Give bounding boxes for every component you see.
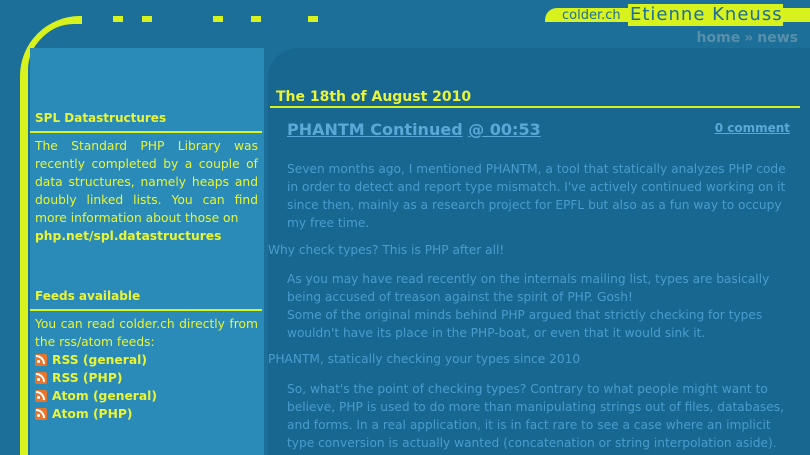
rss-icon [35,354,47,366]
sidebar-block-text: You can read colder.ch directly from the… [35,317,258,349]
nav-me[interactable]: me [123,12,143,24]
feed-link[interactable]: RSS (general) [52,353,147,367]
site-domain: colder.ch [562,8,621,23]
feed-list: RSS (general) RSS (PHP) Atom (general) A… [30,351,262,423]
breadcrumb-current: news [757,30,798,46]
spl-link[interactable]: php.net/spl.datastructures [35,229,221,243]
post-paragraph: So, what's the point of checking types? … [287,382,784,450]
feed-item-atom-general[interactable]: Atom (general) [35,387,262,405]
nav-repository[interactable]: repository [152,12,213,24]
post-paragraph: As you may have read recently on the int… [287,272,770,340]
sidebar: SPL Datastructures The Standard PHP Libr… [30,48,264,455]
date-heading: The 18th of August 2010 [276,89,472,105]
post-subheading: Why check types? This is PHP after all! [268,243,505,257]
post-paragraph: Seven months ago, I mentioned PHANTM, a … [287,162,786,230]
breadcrumb-home[interactable]: home [697,30,741,46]
sidebar-text-body: The Standard PHP Library was recently co… [35,139,258,225]
date-divider [270,106,800,108]
sidebar-block-title: SPL Datastructures [35,111,167,125]
feed-item-rss-php[interactable]: RSS (PHP) [35,369,262,387]
sidebar-block-title: Feeds available [35,289,141,303]
feed-link[interactable]: Atom (general) [52,389,157,403]
post-time-link[interactable]: @ 00:53 [468,120,541,139]
nav-patches[interactable]: patches [261,12,308,24]
frame-inner-left-bar [26,78,28,455]
sidebar-block-feeds: Feeds available You can read colder.ch d… [30,289,262,423]
feed-item-atom-php[interactable]: Atom (PHP) [35,405,262,423]
post-comments-link[interactable]: 0 comment [715,121,790,135]
post-title: PHANTM Continued @ 00:53 [287,120,541,139]
feed-link[interactable]: Atom (PHP) [52,407,133,421]
sidebar-block-text: The Standard PHP Library was recently co… [30,133,262,245]
feed-link[interactable]: RSS (PHP) [52,371,122,385]
rss-icon [35,372,47,384]
rss-icon [35,390,47,402]
top-nav: news me repository links patches my sett… [82,12,386,24]
feed-item-rss-general[interactable]: RSS (general) [35,351,262,369]
nav-news[interactable]: news [82,12,114,24]
nav-links[interactable]: links [222,12,252,24]
breadcrumb: home» news [697,30,798,46]
site-author: Etienne Kneuss [628,4,783,26]
rss-icon [35,408,47,420]
nav-my-settings[interactable]: my settings [317,12,386,24]
sidebar-block-spl: SPL Datastructures The Standard PHP Libr… [30,111,262,245]
post-title-link[interactable]: PHANTM Continued [287,120,463,139]
breadcrumb-separator: » [744,30,754,46]
post-subheading: PHANTM, statically checking your types s… [268,352,581,366]
